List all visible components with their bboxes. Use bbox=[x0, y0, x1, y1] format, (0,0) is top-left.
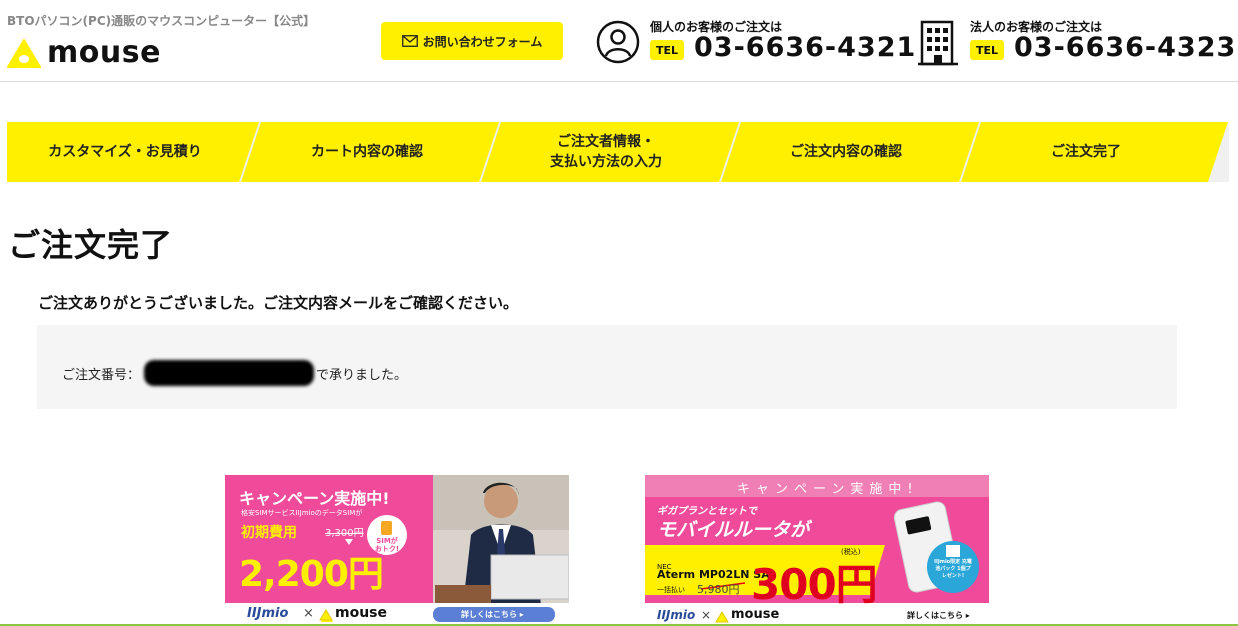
step-orderer-info: ご注文者情報・ 支払い方法の入力 bbox=[550, 134, 662, 170]
logo-triangle-icon bbox=[7, 39, 41, 68]
order-number-box: ご注文番号： で承りました。 bbox=[37, 325, 1177, 409]
step-confirm: ご注文内容の確認 bbox=[790, 144, 902, 160]
order-number-line: ご注文番号： で承りました。 bbox=[62, 360, 407, 386]
banner2-headline: キャンペーン実施中! bbox=[737, 482, 919, 497]
banner2-price: 300円 bbox=[751, 560, 878, 609]
mail-icon bbox=[401, 35, 418, 47]
mouse-logo-small-icon bbox=[319, 609, 333, 621]
iijmio-logo-text: IIJmio bbox=[247, 606, 289, 621]
banner1-headline: キャンペーン実施中! bbox=[239, 489, 390, 508]
site-header: BTOパソコン(PC)通販のマウスコンピューター【公式】 mouse お問い合わ… bbox=[0, 0, 1238, 82]
tel-badge: TEL bbox=[970, 40, 1004, 60]
banner1-badge: SIMが おトク! bbox=[374, 537, 400, 553]
banner1-sub: 格安SIMサービスIIJmioのデータSIMが bbox=[241, 509, 363, 517]
iijmio-sim-banner[interactable]: キャンペーン実施中! 格安SIMサービスIIJmioのデータSIMが 初期費用 … bbox=[225, 475, 569, 626]
banner2-mouse-text: mouse bbox=[731, 607, 780, 622]
contact-button-label: お問い合わせフォーム bbox=[422, 34, 543, 49]
banner1-mouse-text: mouse bbox=[335, 605, 388, 621]
thanks-message: ご注文ありがとうございました。ご注文内容メールをご確認ください。 bbox=[38, 294, 519, 312]
order-number-suffix: で承りました。 bbox=[316, 367, 408, 383]
building-icon bbox=[918, 20, 958, 66]
banner2-product-type: モバイルルータが bbox=[657, 519, 810, 541]
person-icon bbox=[596, 20, 640, 64]
banner2-badge: IIJmio限定 充電池パック 1個プレゼント! bbox=[934, 559, 972, 579]
mouse-logo-small-icon bbox=[715, 611, 729, 623]
banner2-pay-label: 一括払い bbox=[657, 586, 685, 594]
step-cart: カート内容の確認 bbox=[311, 144, 423, 160]
contact-form-button[interactable]: お問い合わせフォーム bbox=[381, 22, 563, 60]
banner1-old-price: 3,300円 bbox=[325, 528, 364, 539]
mouse-logo[interactable]: mouse bbox=[7, 38, 161, 68]
personal-phone: 個人のお客様のご注文は TEL 03-6636-4321 bbox=[596, 16, 915, 68]
order-number-redacted bbox=[144, 360, 315, 386]
iijmio-router-banner[interactable]: キャンペーン実施中! ギガプランとセットで モバイルルータが NEC Aterm… bbox=[645, 475, 989, 626]
logo-text: mouse bbox=[47, 35, 161, 70]
personal-phone-number[interactable]: 03-6636-4321 bbox=[694, 32, 916, 63]
banner2-old-price: 5,980円 bbox=[697, 583, 740, 596]
banner1-price: 2,200円 bbox=[239, 554, 384, 595]
banner2-cross: × bbox=[701, 608, 712, 622]
banner1-fee-label: 初期費用 bbox=[241, 525, 297, 541]
step-customize: カスタマイズ・お見積り bbox=[48, 144, 202, 160]
order-number-label: ご注文番号： bbox=[62, 367, 141, 383]
tel-badge: TEL bbox=[650, 40, 684, 60]
step-complete: ご注文完了 bbox=[1051, 144, 1121, 160]
banner2-cta[interactable]: 詳しくはこちら ▸ bbox=[907, 610, 970, 621]
banner1-cross: × bbox=[303, 606, 314, 621]
site-tagline: BTOパソコン(PC)通販のマウスコンピューター【公式】 bbox=[7, 14, 316, 28]
corporate-phone: 法人のお客様のご注文は TEL 03-6636-4323 bbox=[916, 16, 1235, 68]
page-title: ご注文完了 bbox=[8, 226, 174, 264]
corporate-phone-number[interactable]: 03-6636-4323 bbox=[1014, 32, 1236, 63]
order-progress-steps: カスタマイズ・お見積り カート内容の確認 ご注文者情報・ 支払い方法の入力 ご注… bbox=[7, 122, 1229, 182]
banner1-cta[interactable]: 詳しくはこちら ▸ bbox=[461, 609, 524, 620]
iijmio-logo-text: IIJmio bbox=[657, 608, 696, 622]
